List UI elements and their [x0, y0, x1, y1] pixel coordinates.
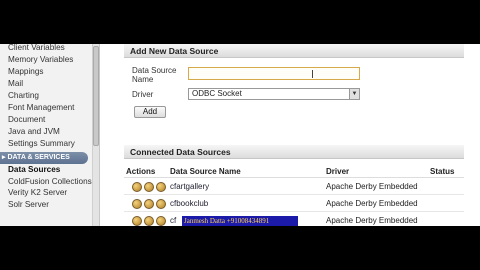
row-actions — [132, 182, 166, 192]
datasource-name-link[interactable]: cfartgallery — [170, 182, 209, 191]
sidebar-scroll-thumb[interactable] — [93, 46, 99, 146]
text-cursor-icon — [312, 70, 313, 78]
row-actions — [132, 216, 166, 226]
sidebar-item-data-sources[interactable]: Data Sources — [0, 164, 99, 176]
verify-icon[interactable] — [144, 199, 154, 209]
verify-icon[interactable] — [144, 182, 154, 192]
delete-icon[interactable] — [156, 216, 166, 226]
edit-icon[interactable] — [132, 199, 142, 209]
col-status: Status — [430, 167, 455, 176]
sidebar-item-font-management[interactable]: Font Management — [0, 102, 99, 114]
driver-label: Driver — [132, 90, 154, 99]
datasource-name-link[interactable]: cfbookclub — [170, 199, 208, 208]
sidebar-item-document[interactable]: Document — [0, 114, 99, 126]
edit-icon[interactable] — [132, 216, 142, 226]
datasources-table-header: Actions Data Source Name Driver Status — [124, 165, 464, 178]
datasource-driver: Apache Derby Embedded — [326, 199, 418, 208]
table-row: cfartgallery Apache Derby Embedded — [124, 179, 464, 195]
col-name[interactable]: Data Source Name — [170, 167, 241, 176]
sidebar-item-client-variables[interactable]: Client Variables — [0, 44, 99, 54]
datasource-driver: Apache Derby Embedded — [326, 216, 418, 225]
delete-icon[interactable] — [156, 199, 166, 209]
connected-datasources-title: Connected Data Sources — [124, 145, 464, 159]
verify-icon[interactable] — [144, 216, 154, 226]
main-content: Add New Data Source Data Source Name Dri… — [108, 44, 480, 226]
sidebar-item-mappings[interactable]: Mappings — [0, 66, 99, 78]
sidebar-item-solr-server[interactable]: Solr Server — [0, 199, 99, 211]
sidebar-nav: Client Variables Memory Variables Mappin… — [0, 44, 100, 226]
datasource-name-input[interactable] — [188, 67, 360, 80]
driver-select-value: ODBC Socket — [192, 89, 242, 98]
sidebar-top-list: Client Variables Memory Variables Mappin… — [0, 44, 99, 150]
sidebar-item-memory-variables[interactable]: Memory Variables — [0, 54, 99, 66]
datasource-name-label: Data Source Name — [132, 66, 177, 84]
datasource-driver: Apache Derby Embedded — [326, 182, 418, 191]
datasource-name-link[interactable]: cf — [170, 216, 176, 225]
sidebar-scrollbar[interactable] — [92, 44, 99, 226]
sidebar-item-settings-summary[interactable]: Settings Summary — [0, 138, 99, 150]
add-datasource-title: Add New Data Source — [124, 44, 464, 58]
sidebar-item-verity-k2[interactable]: Verity K2 Server — [0, 187, 99, 199]
table-row: cfbookclub Apache Derby Embedded — [124, 196, 464, 212]
sidebar-section-data-services[interactable]: ▸ DATA & SERVICES — [0, 152, 88, 164]
col-driver[interactable]: Driver — [326, 167, 349, 176]
add-button[interactable]: Add — [134, 106, 166, 118]
chevron-down-icon[interactable]: ▼ — [349, 89, 359, 99]
sidebar-item-mail[interactable]: Mail — [0, 78, 99, 90]
sidebar-item-coldfusion-collections[interactable]: ColdFusion Collections — [0, 176, 99, 187]
col-actions: Actions — [126, 167, 156, 176]
row-actions — [132, 199, 166, 209]
sidebar-item-java-jvm[interactable]: Java and JVM — [0, 126, 99, 138]
watermark-overlay: Janmesh Datta +91008434891 — [182, 216, 298, 226]
edit-icon[interactable] — [132, 182, 142, 192]
browser-content: Client Variables Memory Variables Mappin… — [0, 44, 480, 226]
delete-icon[interactable] — [156, 182, 166, 192]
section-label: DATA & SERVICES — [7, 154, 70, 161]
driver-select[interactable]: ODBC Socket ▼ — [188, 88, 360, 100]
sidebar-item-charting[interactable]: Charting — [0, 90, 99, 102]
